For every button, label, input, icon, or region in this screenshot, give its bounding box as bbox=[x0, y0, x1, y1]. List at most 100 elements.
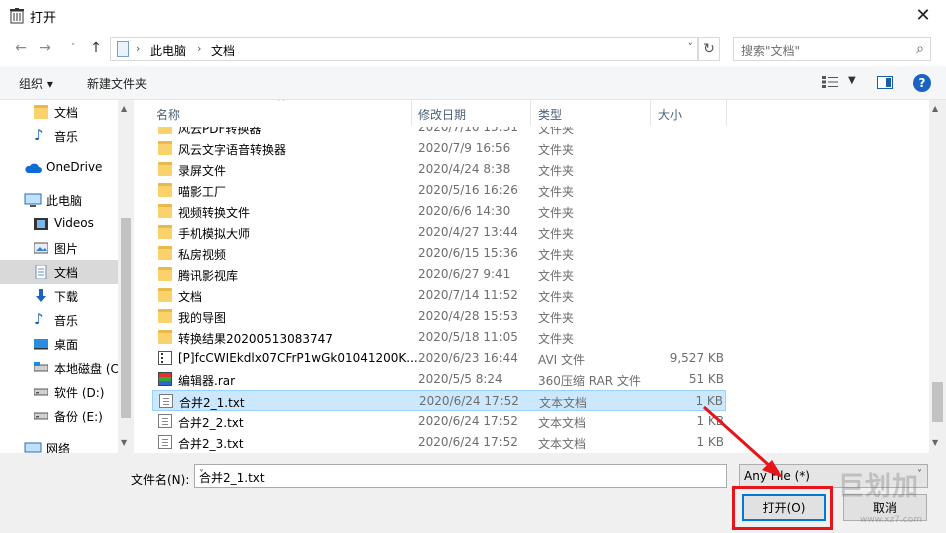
filename-label: 文件名(N): bbox=[131, 473, 190, 487]
nav-item-onedrive[interactable]: OneDrive bbox=[0, 156, 118, 180]
file-type: 文本文档 bbox=[538, 437, 587, 451]
file-row[interactable]: 视频转换文件 2020/6/6 14:30 文件夹 bbox=[152, 201, 726, 222]
view-dropdown-icon[interactable]: ▼ bbox=[848, 75, 856, 86]
folder-icon bbox=[158, 204, 172, 218]
file-row[interactable]: 转换结果20200513083747 2020/5/18 11:05 文件夹 bbox=[152, 327, 726, 348]
navigation-scrollbar[interactable]: ▲ ▼ bbox=[118, 100, 134, 453]
navigation-pane: 文档 ♪ 音乐 OneDrive 此电脑 Videos 图片 文档 下载 ♪ 音… bbox=[0, 100, 134, 453]
file-row[interactable]: 我的导图 2020/4/28 15:53 文件夹 bbox=[152, 306, 726, 327]
download-icon bbox=[36, 289, 46, 302]
file-modified: 2020/6/24 17:52 bbox=[419, 394, 519, 408]
desktop-icon bbox=[34, 339, 48, 350]
scrollbar-thumb[interactable] bbox=[932, 382, 943, 422]
up-button[interactable]: ↑ bbox=[87, 39, 105, 57]
chevron-down-icon[interactable]: ˅ bbox=[199, 469, 721, 480]
nav-item-videos[interactable]: Videos bbox=[0, 212, 118, 236]
nav-item-label: 网络 bbox=[46, 442, 71, 453]
column-size[interactable]: 大小 bbox=[658, 106, 682, 123]
nav-item-this-pc[interactable]: 此电脑 bbox=[0, 188, 118, 212]
watermark-url: www.xz7.com bbox=[860, 515, 922, 525]
breadcrumb-chevron-icon[interactable]: › bbox=[136, 42, 140, 55]
scroll-up-icon[interactable]: ▲ bbox=[121, 104, 127, 113]
column-name[interactable]: 名称 bbox=[156, 106, 180, 123]
new-folder-button[interactable]: 新建文件夹 bbox=[87, 75, 147, 92]
file-modified: 2020/5/5 8:24 bbox=[418, 372, 503, 386]
preview-pane-icon[interactable] bbox=[877, 76, 893, 89]
drive-icon bbox=[34, 362, 48, 372]
nav-item-drive-e[interactable]: 备份 (E:) bbox=[0, 404, 118, 428]
file-row[interactable]: 腾讯影视库 2020/6/27 9:41 文件夹 bbox=[152, 264, 726, 285]
nav-item-music[interactable]: ♪ 音乐 bbox=[0, 308, 118, 332]
forward-button[interactable]: → bbox=[36, 39, 54, 57]
folder-icon bbox=[158, 267, 172, 281]
documents-folder-icon bbox=[34, 105, 48, 119]
file-row[interactable]: 合并2_2.txt 2020/6/24 17:52 文本文档 1 KB bbox=[152, 411, 726, 432]
file-type: 文件夹 bbox=[538, 269, 575, 283]
search-input[interactable]: 搜索"文档" ⌕ bbox=[733, 37, 931, 61]
file-row[interactable]: [P]fcCWIEkdlx07CFrP1wGk01041200K... 2020/… bbox=[152, 348, 726, 369]
file-type: 文件夹 bbox=[538, 290, 575, 304]
nav-item-drive-d[interactable]: 软件 (D:) bbox=[0, 380, 118, 404]
file-row[interactable]: 私房视频 2020/6/15 15:36 文件夹 bbox=[152, 243, 726, 264]
dialog-footer: 文件名(N): 合并2_1.txt ˅ Any File (*) ˅ 打开(O)… bbox=[0, 453, 946, 533]
breadcrumb-documents[interactable]: 文档 bbox=[211, 42, 235, 59]
file-row[interactable]: 合并2_3.txt 2020/6/24 17:52 文本文档 1 KB bbox=[152, 432, 726, 453]
file-row[interactable]: 合并2_1.txt 2020/6/24 17:52 文本文档 1 KB bbox=[152, 390, 726, 411]
scroll-down-icon[interactable]: ▼ bbox=[121, 438, 127, 447]
organize-menu[interactable]: 组织 ▾ bbox=[19, 75, 53, 92]
filename-input[interactable]: 合并2_1.txt ˅ bbox=[194, 464, 727, 488]
window-title: 打开 bbox=[30, 11, 57, 26]
nav-item-network[interactable]: 网络 bbox=[0, 436, 118, 453]
scroll-down-icon[interactable]: ▼ bbox=[932, 438, 938, 447]
computer-icon bbox=[24, 193, 42, 207]
nav-item-label: 本地磁盘 (C bbox=[54, 362, 118, 376]
view-options-icon[interactable] bbox=[822, 76, 838, 88]
nav-item-label: 图片 bbox=[54, 242, 79, 256]
column-type[interactable]: 类型 bbox=[538, 106, 562, 123]
file-list-scrollbar[interactable]: ▲ ▼ bbox=[929, 100, 946, 453]
nav-item-desktop[interactable]: 桌面 bbox=[0, 332, 118, 356]
breadcrumb-chevron-icon[interactable]: › bbox=[197, 42, 201, 55]
breadcrumb-this-pc[interactable]: 此电脑 bbox=[150, 42, 186, 59]
scrollbar-thumb[interactable] bbox=[121, 218, 131, 418]
nav-item-documents-quick[interactable]: 文档 bbox=[0, 100, 118, 124]
file-row[interactable]: 手机模拟大师 2020/4/27 13:44 文件夹 bbox=[152, 222, 726, 243]
refresh-icon: ↻ bbox=[703, 41, 715, 57]
file-type: AVI 文件 bbox=[538, 353, 586, 367]
file-row[interactable]: 编辑器.rar 2020/5/5 8:24 360压缩 RAR 文件 51 KB bbox=[152, 369, 726, 390]
nav-item-label: OneDrive bbox=[46, 160, 103, 174]
nav-item-label: 桌面 bbox=[54, 338, 79, 352]
column-divider[interactable] bbox=[530, 100, 531, 126]
column-divider[interactable] bbox=[726, 100, 727, 126]
nav-item-downloads[interactable]: 下载 bbox=[0, 284, 118, 308]
file-modified: 2020/4/28 15:53 bbox=[418, 309, 518, 323]
address-bar[interactable]: › 此电脑 › 文档 ˅ bbox=[110, 37, 698, 61]
text-file-icon bbox=[158, 414, 172, 428]
file-type-value: Any File (*) bbox=[744, 469, 810, 483]
nav-item-drive-c[interactable]: 本地磁盘 (C bbox=[0, 356, 118, 380]
column-divider[interactable] bbox=[411, 100, 412, 126]
scroll-up-icon[interactable]: ▲ bbox=[932, 104, 938, 113]
file-row[interactable]: 喵影工厂 2020/5/16 16:26 文件夹 bbox=[152, 180, 726, 201]
file-type: 文件夹 bbox=[538, 248, 575, 262]
column-divider[interactable] bbox=[650, 100, 651, 126]
refresh-button[interactable]: ↻ bbox=[698, 37, 720, 61]
nav-item-label: Videos bbox=[54, 216, 94, 230]
nav-item-documents[interactable]: 文档 bbox=[0, 260, 118, 284]
file-type: 文件夹 bbox=[538, 206, 575, 220]
file-row[interactable]: 文档 2020/7/14 11:52 文件夹 bbox=[152, 285, 726, 306]
file-name: 合并2_2.txt bbox=[178, 416, 244, 430]
close-button[interactable]: ✕ bbox=[900, 0, 946, 31]
column-modified[interactable]: 修改日期 bbox=[418, 106, 466, 123]
back-button[interactable]: ← bbox=[12, 39, 30, 57]
help-icon[interactable]: ? bbox=[913, 74, 931, 92]
nav-item-pictures[interactable]: 图片 bbox=[0, 236, 118, 260]
address-dropdown-icon[interactable]: ˅ bbox=[688, 41, 694, 54]
nav-item-music-quick[interactable]: ♪ 音乐 bbox=[0, 124, 118, 148]
file-row[interactable]: 风云文字语音转换器 2020/7/9 16:56 文件夹 bbox=[152, 138, 726, 159]
file-type: 文件夹 bbox=[538, 332, 575, 346]
recent-locations-button[interactable]: ˅ bbox=[64, 39, 82, 57]
network-icon bbox=[24, 442, 42, 453]
file-row[interactable]: 录屏文件 2020/4/24 8:38 文件夹 bbox=[152, 159, 726, 180]
file-type: 360压缩 RAR 文件 bbox=[538, 374, 641, 388]
